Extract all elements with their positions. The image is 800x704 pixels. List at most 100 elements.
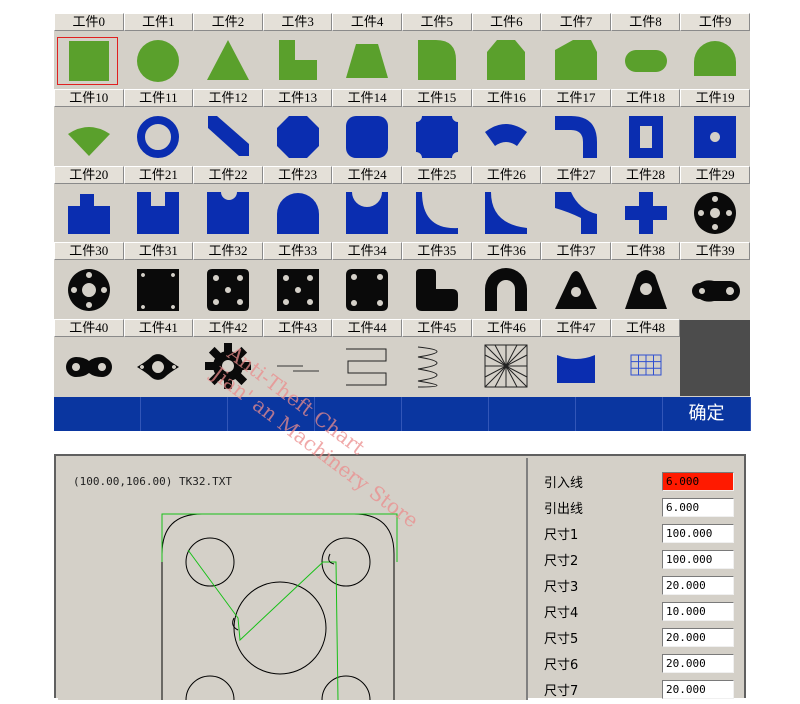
function-key-1[interactable]	[54, 397, 141, 431]
shape-cell-26[interactable]: 工件26	[471, 165, 542, 242]
shape-cell-9[interactable]: 工件9	[680, 13, 750, 89]
param-input-lead-out[interactable]	[662, 498, 734, 517]
flange-disc-icon	[680, 185, 750, 242]
param-input-size-1[interactable]	[662, 524, 734, 543]
shape-cell-28[interactable]: 工件28	[610, 165, 681, 242]
circle-shape-icon	[124, 32, 194, 89]
shape-cell-44[interactable]: 工件44	[332, 318, 402, 395]
shape-cell-7[interactable]: 工件7	[541, 13, 611, 89]
function-key-3[interactable]	[228, 397, 315, 431]
shape-cell-label: 工件5	[401, 13, 472, 31]
shape-cell-35[interactable]: 工件35	[401, 242, 472, 318]
shape-cell-12[interactable]: 工件12	[193, 89, 263, 165]
part-preview-drawing	[161, 513, 398, 700]
shape-cell-32[interactable]: 工件32	[193, 242, 263, 318]
saddle-shape-icon	[332, 185, 402, 242]
curved-elbow-shape-icon-graphic	[554, 116, 597, 159]
concave-corner-square-shape-icon	[402, 108, 472, 165]
round-notch-block-shape-icon	[193, 185, 263, 242]
blue-grid-icon	[611, 338, 681, 395]
shape-cell-24[interactable]: 工件24	[332, 165, 402, 242]
shape-cell-15[interactable]: 工件15	[401, 89, 472, 165]
shape-cell-29[interactable]: 工件29	[680, 165, 750, 242]
shape-cell-4[interactable]: 工件4	[332, 13, 402, 89]
shape-cell-38[interactable]: 工件38	[610, 242, 681, 318]
param-label: 尺寸5	[544, 632, 579, 647]
shape-cell-label: 工件35	[401, 242, 472, 261]
shape-cell-label: 工件33	[262, 242, 333, 261]
shape-cell-label: 工件16	[471, 89, 542, 108]
two-hole-link-icon-graphic	[65, 357, 112, 378]
concave-arc-shape-icon	[402, 185, 472, 242]
shape-cell-label: 工件17	[541, 89, 611, 108]
shape-cell-33[interactable]: 工件33	[262, 242, 333, 318]
function-key-5[interactable]	[402, 397, 489, 431]
shape-cell-20[interactable]: 工件20	[54, 165, 124, 242]
shape-cell-11[interactable]: 工件11	[123, 89, 194, 165]
shape-cell-21[interactable]: 工件21	[123, 165, 194, 242]
shape-cell-label: 工件0	[54, 13, 124, 31]
param-input-size-2[interactable]	[662, 550, 734, 569]
shape-cell-5[interactable]: 工件5	[401, 13, 472, 89]
empty-slot	[680, 320, 750, 396]
arc-sector-shape-icon	[472, 108, 542, 165]
shape-cell-42[interactable]: 工件42	[193, 318, 263, 395]
function-key-2[interactable]	[141, 397, 228, 431]
param-input-lead-in[interactable]	[662, 472, 734, 491]
shape-cell-6[interactable]: 工件6	[471, 13, 542, 89]
shape-cell-37[interactable]: 工件37	[541, 242, 611, 318]
shape-cell-34[interactable]: 工件34	[332, 242, 402, 318]
shape-cell-46[interactable]: 工件46	[471, 318, 542, 395]
shape-cell-23[interactable]: 工件23	[262, 165, 333, 242]
shape-cell-label: 工件12	[193, 89, 263, 108]
shape-cell-16[interactable]: 工件16	[471, 89, 542, 165]
param-input-size-6[interactable]	[662, 654, 734, 673]
shape-cell-45[interactable]: 工件45	[401, 318, 472, 395]
shape-cell-30[interactable]: 工件30	[54, 242, 124, 318]
shape-cell-43[interactable]: 工件43	[262, 318, 333, 395]
param-label: 尺寸7	[544, 684, 579, 699]
oval-flange-icon-graphic	[137, 354, 180, 381]
param-input-size-4[interactable]	[662, 602, 734, 621]
shape-cell-36[interactable]: 工件36	[471, 242, 542, 318]
shape-cell-25[interactable]: 工件25	[401, 165, 472, 242]
fan-sector-shape-icon	[54, 108, 124, 165]
shape-cell-label: 工件4	[332, 13, 402, 31]
shape-cell-41[interactable]: 工件41	[123, 318, 194, 395]
shape-cell-22[interactable]: 工件22	[193, 165, 263, 242]
shape-cell-17[interactable]: 工件17	[541, 89, 611, 165]
shape-cell-18[interactable]: 工件18	[610, 89, 681, 165]
function-key-7[interactable]	[576, 397, 663, 431]
function-key-6[interactable]	[489, 397, 576, 431]
l-shape-icon-graphic	[278, 39, 317, 80]
shape-cell-label: 工件48	[610, 318, 681, 337]
triangular-lug-icon	[541, 261, 611, 318]
hole-bottom-right	[321, 675, 371, 700]
param-input-size-3[interactable]	[662, 576, 734, 595]
shape-cell-14[interactable]: 工件14	[332, 89, 402, 165]
shape-cell-48[interactable]: 工件48	[610, 318, 681, 395]
hexagon-shape-icon	[541, 32, 611, 89]
shape-cell-13[interactable]: 工件13	[262, 89, 333, 165]
confirm-button[interactable]: 确定	[663, 397, 751, 431]
shape-cell-3[interactable]: 工件3	[262, 13, 333, 89]
shape-cell-1[interactable]: 工件1	[123, 13, 194, 89]
shape-cell-47[interactable]: 工件47	[541, 318, 611, 395]
shape-cell-0[interactable]: 工件0	[54, 13, 124, 89]
param-input-size-5[interactable]	[662, 628, 734, 647]
triangle-shape-icon-graphic	[206, 39, 249, 80]
shape-cell-31[interactable]: 工件31	[123, 242, 194, 318]
shape-cell-40[interactable]: 工件40	[54, 318, 124, 395]
param-input-size-7[interactable]	[662, 680, 734, 699]
l-bracket-icon-graphic	[415, 268, 458, 311]
shape-cell-10[interactable]: 工件10	[54, 89, 124, 165]
function-key-4[interactable]	[315, 397, 402, 431]
shape-cell-39[interactable]: 工件39	[680, 242, 750, 318]
l-bracket-icon	[402, 261, 472, 318]
four-hole-rounded-plate-icon	[332, 261, 402, 318]
shape-cell-8[interactable]: 工件8	[610, 13, 681, 89]
u-shape-icon	[472, 261, 542, 318]
shape-cell-2[interactable]: 工件2	[193, 13, 263, 89]
shape-cell-27[interactable]: 工件27	[541, 165, 611, 242]
shape-cell-19[interactable]: 工件19	[680, 89, 750, 165]
